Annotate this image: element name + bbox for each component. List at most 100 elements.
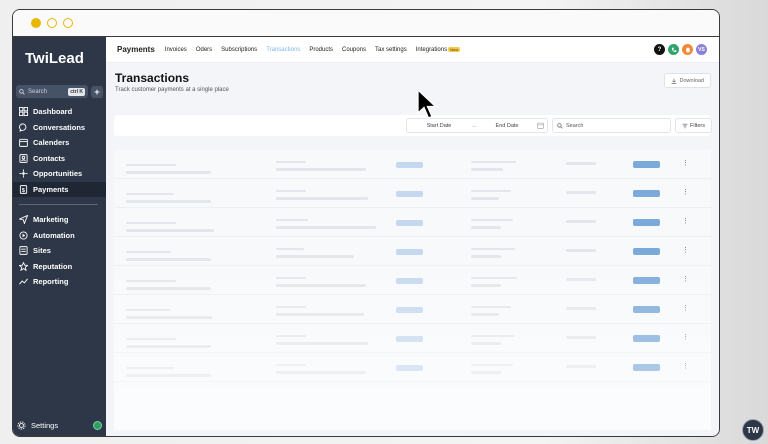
sidebar-item-contacts[interactable]: Contacts [13, 151, 106, 167]
sidebar-search-input[interactable]: Search ctrl K [16, 85, 88, 98]
table-row[interactable]: ⋮ [114, 179, 711, 208]
table-row[interactable]: ⋮ [114, 237, 711, 266]
sidebar: TwiLead Search ctrl K + Dashboard Conver… [13, 37, 106, 436]
skeleton-placeholder [126, 309, 170, 311]
tab-integrations[interactable]: Integrations New [416, 46, 461, 53]
skeleton-placeholder [471, 226, 501, 229]
sidebar-item-label: Contacts [33, 153, 66, 163]
table-row[interactable]: ⋮ [114, 353, 711, 382]
filters-button[interactable]: Filters [675, 118, 712, 133]
skeleton-placeholder [471, 364, 513, 366]
sidebar-item-label: Marketing [33, 215, 69, 225]
download-icon [671, 78, 676, 84]
phone-icon[interactable] [668, 44, 679, 55]
table-row[interactable]: ⋮ [114, 150, 711, 179]
calendar-icon [537, 122, 544, 129]
table-row[interactable]: ⋮ [114, 295, 711, 324]
sidebar-item-label: Sites [33, 246, 51, 256]
sidebar-item-calenders[interactable]: Calenders [13, 135, 106, 151]
status-chip-placeholder [396, 365, 423, 371]
sidebar-item-opportunities[interactable]: Opportunities [13, 166, 106, 182]
quick-add-button[interactable]: + [91, 85, 103, 98]
window-close-button[interactable] [31, 18, 41, 28]
tab-invoices[interactable]: Invoices [165, 47, 187, 53]
transactions-search-input[interactable]: Search [552, 118, 671, 133]
skeleton-placeholder [566, 249, 596, 252]
skeleton-placeholder [276, 255, 354, 258]
skeleton-placeholder [471, 371, 501, 374]
user-avatar[interactable]: VS [696, 44, 707, 55]
row-menu-icon[interactable]: ⋮ [682, 304, 689, 312]
row-menu-icon[interactable]: ⋮ [682, 217, 689, 225]
start-date-field[interactable]: Start Date [407, 123, 471, 129]
dashboard-icon [19, 107, 28, 117]
tab-oders[interactable]: Oders [196, 47, 212, 53]
page-title: Transactions [115, 71, 190, 85]
skeleton-placeholder [471, 190, 511, 192]
main-content: Payments Invoices Oders Subscriptions Tr… [106, 37, 719, 436]
skeleton-placeholder [276, 226, 376, 229]
row-menu-icon[interactable]: ⋮ [682, 246, 689, 254]
skeleton-placeholder [566, 336, 596, 339]
sidebar-item-reporting[interactable]: Reporting [13, 274, 106, 290]
payments-icon: $ [19, 184, 28, 194]
tab-transactions[interactable]: Transactions [266, 47, 300, 53]
help-icon[interactable]: ? [654, 44, 665, 55]
sidebar-item-label: Automation [33, 230, 75, 240]
window-maximize-button[interactable] [63, 18, 73, 28]
sidebar-item-reputation[interactable]: Reputation [13, 259, 106, 275]
skeleton-placeholder [566, 162, 596, 165]
app-body: TwiLead Search ctrl K + Dashboard Conver… [13, 37, 719, 436]
download-button[interactable]: Download [663, 73, 711, 88]
skeleton-placeholder [126, 222, 176, 224]
table-row[interactable]: ⋮ [114, 324, 711, 353]
skeleton-placeholder [566, 307, 596, 310]
top-right-actions: ? VS [654, 44, 707, 55]
status-chip-placeholder [396, 162, 423, 168]
skeleton-placeholder [276, 219, 308, 221]
row-menu-icon[interactable]: ⋮ [682, 159, 689, 167]
page-header: Transactions Track customer payments at … [106, 63, 719, 115]
search-shortcut-badge: ctrl K [68, 87, 85, 96]
skeleton-placeholder [276, 306, 306, 308]
tab-subscriptions[interactable]: Subscriptions [221, 47, 257, 53]
sidebar-item-conversations[interactable]: Conversations [13, 120, 106, 136]
page-subtitle: Track customer payments at a single plac… [115, 87, 229, 93]
skeleton-placeholder [471, 248, 515, 250]
row-menu-icon[interactable]: ⋮ [682, 333, 689, 341]
sidebar-item-sites[interactable]: Sites [13, 243, 106, 259]
skeleton-placeholder [126, 287, 211, 290]
skeleton-placeholder [471, 197, 499, 200]
tab-tax-settings[interactable]: Tax settings [375, 47, 407, 53]
row-menu-icon[interactable]: ⋮ [682, 188, 689, 196]
skeleton-placeholder [471, 342, 501, 345]
sidebar-item-marketing[interactable]: Marketing [13, 212, 106, 228]
sidebar-item-automation[interactable]: Automation [13, 228, 106, 244]
skeleton-placeholder [276, 197, 368, 200]
tab-products[interactable]: Products [309, 47, 333, 53]
sidebar-item-dashboard[interactable]: Dashboard [13, 104, 106, 120]
row-menu-icon[interactable]: ⋮ [682, 362, 689, 370]
skeleton-placeholder [471, 306, 511, 308]
end-date-field[interactable]: End Date [477, 123, 537, 129]
tab-coupons[interactable]: Coupons [342, 47, 366, 53]
action-chip-placeholder [633, 335, 660, 342]
filter-bar: Start Date → End Date Search Filters [114, 115, 712, 136]
skeleton-placeholder [126, 338, 176, 340]
sidebar-item-payments[interactable]: $ Payments [13, 181, 106, 197]
brand-logo[interactable]: TwiLead [13, 37, 106, 79]
action-chip-placeholder [633, 161, 660, 168]
chat-icon [19, 123, 27, 132]
table-row[interactable]: ⋮ [114, 208, 711, 237]
skeleton-placeholder [471, 255, 501, 258]
notification-bell-icon[interactable] [682, 44, 693, 55]
window-minimize-button[interactable] [47, 18, 57, 28]
search-placeholder: Search [566, 122, 584, 129]
section-title: Payments [117, 45, 155, 54]
action-chip-placeholder [633, 277, 660, 284]
sidebar-item-settings[interactable]: Settings [17, 421, 102, 430]
table-row[interactable]: ⋮ [114, 266, 711, 295]
download-label: Download [679, 77, 704, 84]
row-menu-icon[interactable]: ⋮ [682, 275, 689, 283]
status-chip-placeholder [396, 278, 423, 284]
